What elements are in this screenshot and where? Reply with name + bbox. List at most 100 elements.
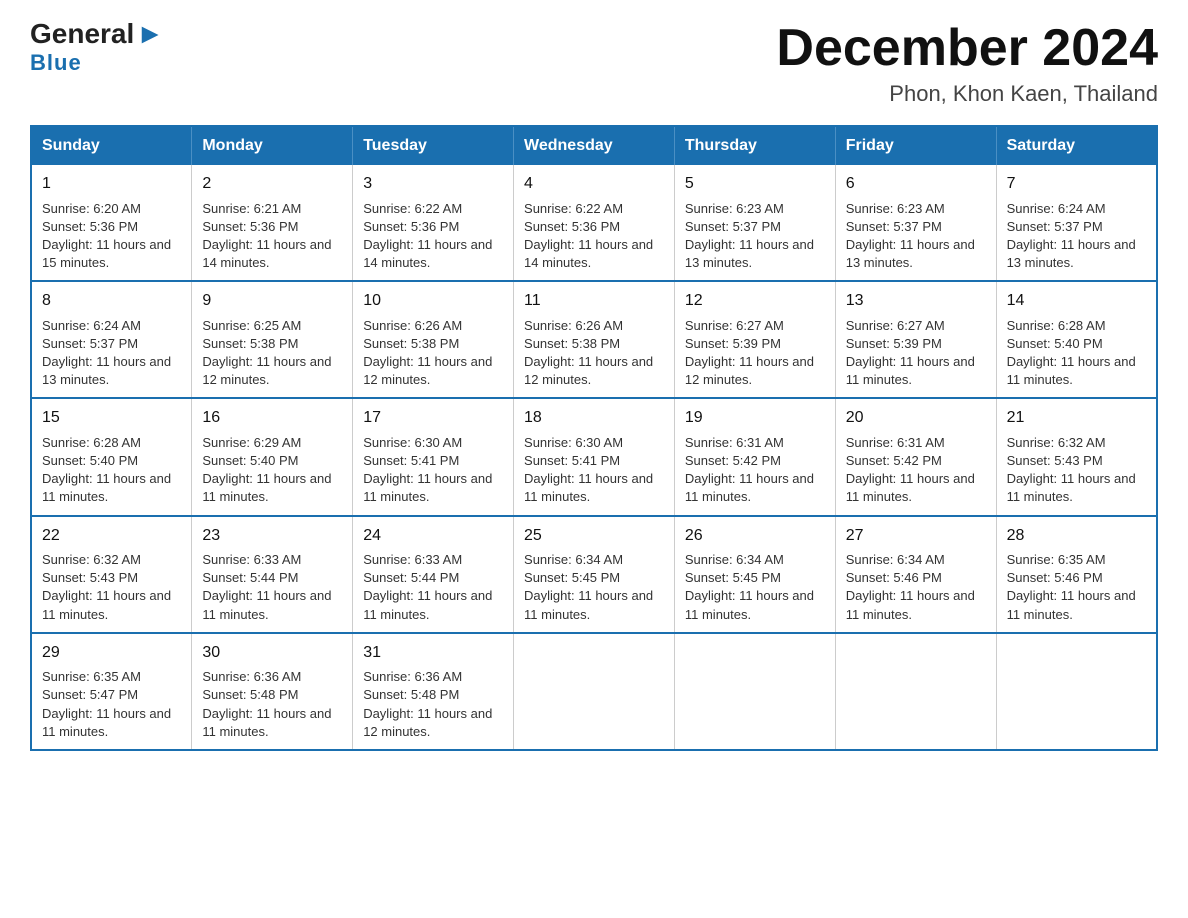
day-number: 14	[1007, 290, 1146, 312]
day-number: 19	[685, 407, 825, 429]
calendar-cell: 13 Sunrise: 6:27 AMSunset: 5:39 PMDaylig…	[835, 281, 996, 398]
day-info: Sunrise: 6:20 AMSunset: 5:36 PMDaylight:…	[42, 200, 181, 273]
page-header: General ► Blue December 2024 Phon, Khon …	[30, 20, 1158, 107]
day-number: 28	[1007, 525, 1146, 547]
calendar-cell: 19 Sunrise: 6:31 AMSunset: 5:42 PMDaylig…	[674, 398, 835, 515]
day-number: 27	[846, 525, 986, 547]
calendar-cell: 15 Sunrise: 6:28 AMSunset: 5:40 PMDaylig…	[31, 398, 192, 515]
calendar-week-row: 15 Sunrise: 6:28 AMSunset: 5:40 PMDaylig…	[31, 398, 1157, 515]
calendar-cell: 5 Sunrise: 6:23 AMSunset: 5:37 PMDayligh…	[674, 165, 835, 281]
day-info: Sunrise: 6:33 AMSunset: 5:44 PMDaylight:…	[202, 551, 342, 624]
header-right: December 2024 Phon, Khon Kaen, Thailand	[776, 20, 1158, 107]
calendar-week-row: 29 Sunrise: 6:35 AMSunset: 5:47 PMDaylig…	[31, 633, 1157, 750]
day-number: 17	[363, 407, 503, 429]
col-header-friday: Friday	[835, 126, 996, 165]
day-info: Sunrise: 6:34 AMSunset: 5:45 PMDaylight:…	[685, 551, 825, 624]
day-info: Sunrise: 6:22 AMSunset: 5:36 PMDaylight:…	[363, 200, 503, 273]
day-number: 9	[202, 290, 342, 312]
day-number: 16	[202, 407, 342, 429]
col-header-wednesday: Wednesday	[514, 126, 675, 165]
day-info: Sunrise: 6:33 AMSunset: 5:44 PMDaylight:…	[363, 551, 503, 624]
day-info: Sunrise: 6:29 AMSunset: 5:40 PMDaylight:…	[202, 434, 342, 507]
calendar-cell: 20 Sunrise: 6:31 AMSunset: 5:42 PMDaylig…	[835, 398, 996, 515]
calendar-table: SundayMondayTuesdayWednesdayThursdayFrid…	[30, 125, 1158, 751]
day-info: Sunrise: 6:35 AMSunset: 5:46 PMDaylight:…	[1007, 551, 1146, 624]
day-info: Sunrise: 6:31 AMSunset: 5:42 PMDaylight:…	[685, 434, 825, 507]
day-info: Sunrise: 6:34 AMSunset: 5:46 PMDaylight:…	[846, 551, 986, 624]
day-number: 30	[202, 642, 342, 664]
day-info: Sunrise: 6:24 AMSunset: 5:37 PMDaylight:…	[1007, 200, 1146, 273]
calendar-cell: 9 Sunrise: 6:25 AMSunset: 5:38 PMDayligh…	[192, 281, 353, 398]
day-number: 6	[846, 173, 986, 195]
month-title: December 2024	[776, 20, 1158, 77]
calendar-cell: 7 Sunrise: 6:24 AMSunset: 5:37 PMDayligh…	[996, 165, 1157, 281]
day-number: 2	[202, 173, 342, 195]
day-info: Sunrise: 6:28 AMSunset: 5:40 PMDaylight:…	[1007, 317, 1146, 390]
day-info: Sunrise: 6:23 AMSunset: 5:37 PMDaylight:…	[846, 200, 986, 273]
day-number: 29	[42, 642, 181, 664]
calendar-week-row: 1 Sunrise: 6:20 AMSunset: 5:36 PMDayligh…	[31, 165, 1157, 281]
calendar-cell: 29 Sunrise: 6:35 AMSunset: 5:47 PMDaylig…	[31, 633, 192, 750]
calendar-cell	[514, 633, 675, 750]
day-number: 15	[42, 407, 181, 429]
calendar-cell	[835, 633, 996, 750]
location-title: Phon, Khon Kaen, Thailand	[776, 81, 1158, 107]
calendar-cell: 1 Sunrise: 6:20 AMSunset: 5:36 PMDayligh…	[31, 165, 192, 281]
day-number: 12	[685, 290, 825, 312]
day-info: Sunrise: 6:25 AMSunset: 5:38 PMDaylight:…	[202, 317, 342, 390]
day-info: Sunrise: 6:32 AMSunset: 5:43 PMDaylight:…	[42, 551, 181, 624]
col-header-thursday: Thursday	[674, 126, 835, 165]
day-info: Sunrise: 6:34 AMSunset: 5:45 PMDaylight:…	[524, 551, 664, 624]
day-info: Sunrise: 6:21 AMSunset: 5:36 PMDaylight:…	[202, 200, 342, 273]
calendar-cell: 23 Sunrise: 6:33 AMSunset: 5:44 PMDaylig…	[192, 516, 353, 633]
day-number: 8	[42, 290, 181, 312]
logo-arrow-icon: ►	[136, 20, 164, 48]
logo: General ► Blue	[30, 20, 164, 76]
calendar-cell: 27 Sunrise: 6:34 AMSunset: 5:46 PMDaylig…	[835, 516, 996, 633]
logo-blue: Blue	[30, 50, 82, 76]
day-info: Sunrise: 6:26 AMSunset: 5:38 PMDaylight:…	[524, 317, 664, 390]
calendar-cell: 16 Sunrise: 6:29 AMSunset: 5:40 PMDaylig…	[192, 398, 353, 515]
day-info: Sunrise: 6:27 AMSunset: 5:39 PMDaylight:…	[685, 317, 825, 390]
calendar-cell: 24 Sunrise: 6:33 AMSunset: 5:44 PMDaylig…	[353, 516, 514, 633]
day-info: Sunrise: 6:27 AMSunset: 5:39 PMDaylight:…	[846, 317, 986, 390]
day-info: Sunrise: 6:24 AMSunset: 5:37 PMDaylight:…	[42, 317, 181, 390]
day-number: 24	[363, 525, 503, 547]
calendar-cell: 28 Sunrise: 6:35 AMSunset: 5:46 PMDaylig…	[996, 516, 1157, 633]
day-number: 18	[524, 407, 664, 429]
day-info: Sunrise: 6:35 AMSunset: 5:47 PMDaylight:…	[42, 668, 181, 741]
day-info: Sunrise: 6:32 AMSunset: 5:43 PMDaylight:…	[1007, 434, 1146, 507]
calendar-cell: 30 Sunrise: 6:36 AMSunset: 5:48 PMDaylig…	[192, 633, 353, 750]
day-number: 23	[202, 525, 342, 547]
calendar-cell	[996, 633, 1157, 750]
day-number: 3	[363, 173, 503, 195]
calendar-cell: 2 Sunrise: 6:21 AMSunset: 5:36 PMDayligh…	[192, 165, 353, 281]
calendar-cell: 8 Sunrise: 6:24 AMSunset: 5:37 PMDayligh…	[31, 281, 192, 398]
day-info: Sunrise: 6:31 AMSunset: 5:42 PMDaylight:…	[846, 434, 986, 507]
calendar-cell: 25 Sunrise: 6:34 AMSunset: 5:45 PMDaylig…	[514, 516, 675, 633]
calendar-week-row: 22 Sunrise: 6:32 AMSunset: 5:43 PMDaylig…	[31, 516, 1157, 633]
day-number: 13	[846, 290, 986, 312]
day-info: Sunrise: 6:26 AMSunset: 5:38 PMDaylight:…	[363, 317, 503, 390]
calendar-cell: 12 Sunrise: 6:27 AMSunset: 5:39 PMDaylig…	[674, 281, 835, 398]
calendar-cell	[674, 633, 835, 750]
day-info: Sunrise: 6:30 AMSunset: 5:41 PMDaylight:…	[363, 434, 503, 507]
calendar-cell: 6 Sunrise: 6:23 AMSunset: 5:37 PMDayligh…	[835, 165, 996, 281]
day-number: 4	[524, 173, 664, 195]
day-number: 1	[42, 173, 181, 195]
calendar-cell: 26 Sunrise: 6:34 AMSunset: 5:45 PMDaylig…	[674, 516, 835, 633]
day-number: 20	[846, 407, 986, 429]
calendar-cell: 31 Sunrise: 6:36 AMSunset: 5:48 PMDaylig…	[353, 633, 514, 750]
day-info: Sunrise: 6:22 AMSunset: 5:36 PMDaylight:…	[524, 200, 664, 273]
day-info: Sunrise: 6:30 AMSunset: 5:41 PMDaylight:…	[524, 434, 664, 507]
day-number: 10	[363, 290, 503, 312]
day-info: Sunrise: 6:36 AMSunset: 5:48 PMDaylight:…	[363, 668, 503, 741]
calendar-cell: 17 Sunrise: 6:30 AMSunset: 5:41 PMDaylig…	[353, 398, 514, 515]
logo-general: General	[30, 20, 134, 48]
col-header-monday: Monday	[192, 126, 353, 165]
calendar-cell: 4 Sunrise: 6:22 AMSunset: 5:36 PMDayligh…	[514, 165, 675, 281]
col-header-tuesday: Tuesday	[353, 126, 514, 165]
day-number: 31	[363, 642, 503, 664]
day-number: 11	[524, 290, 664, 312]
day-info: Sunrise: 6:36 AMSunset: 5:48 PMDaylight:…	[202, 668, 342, 741]
